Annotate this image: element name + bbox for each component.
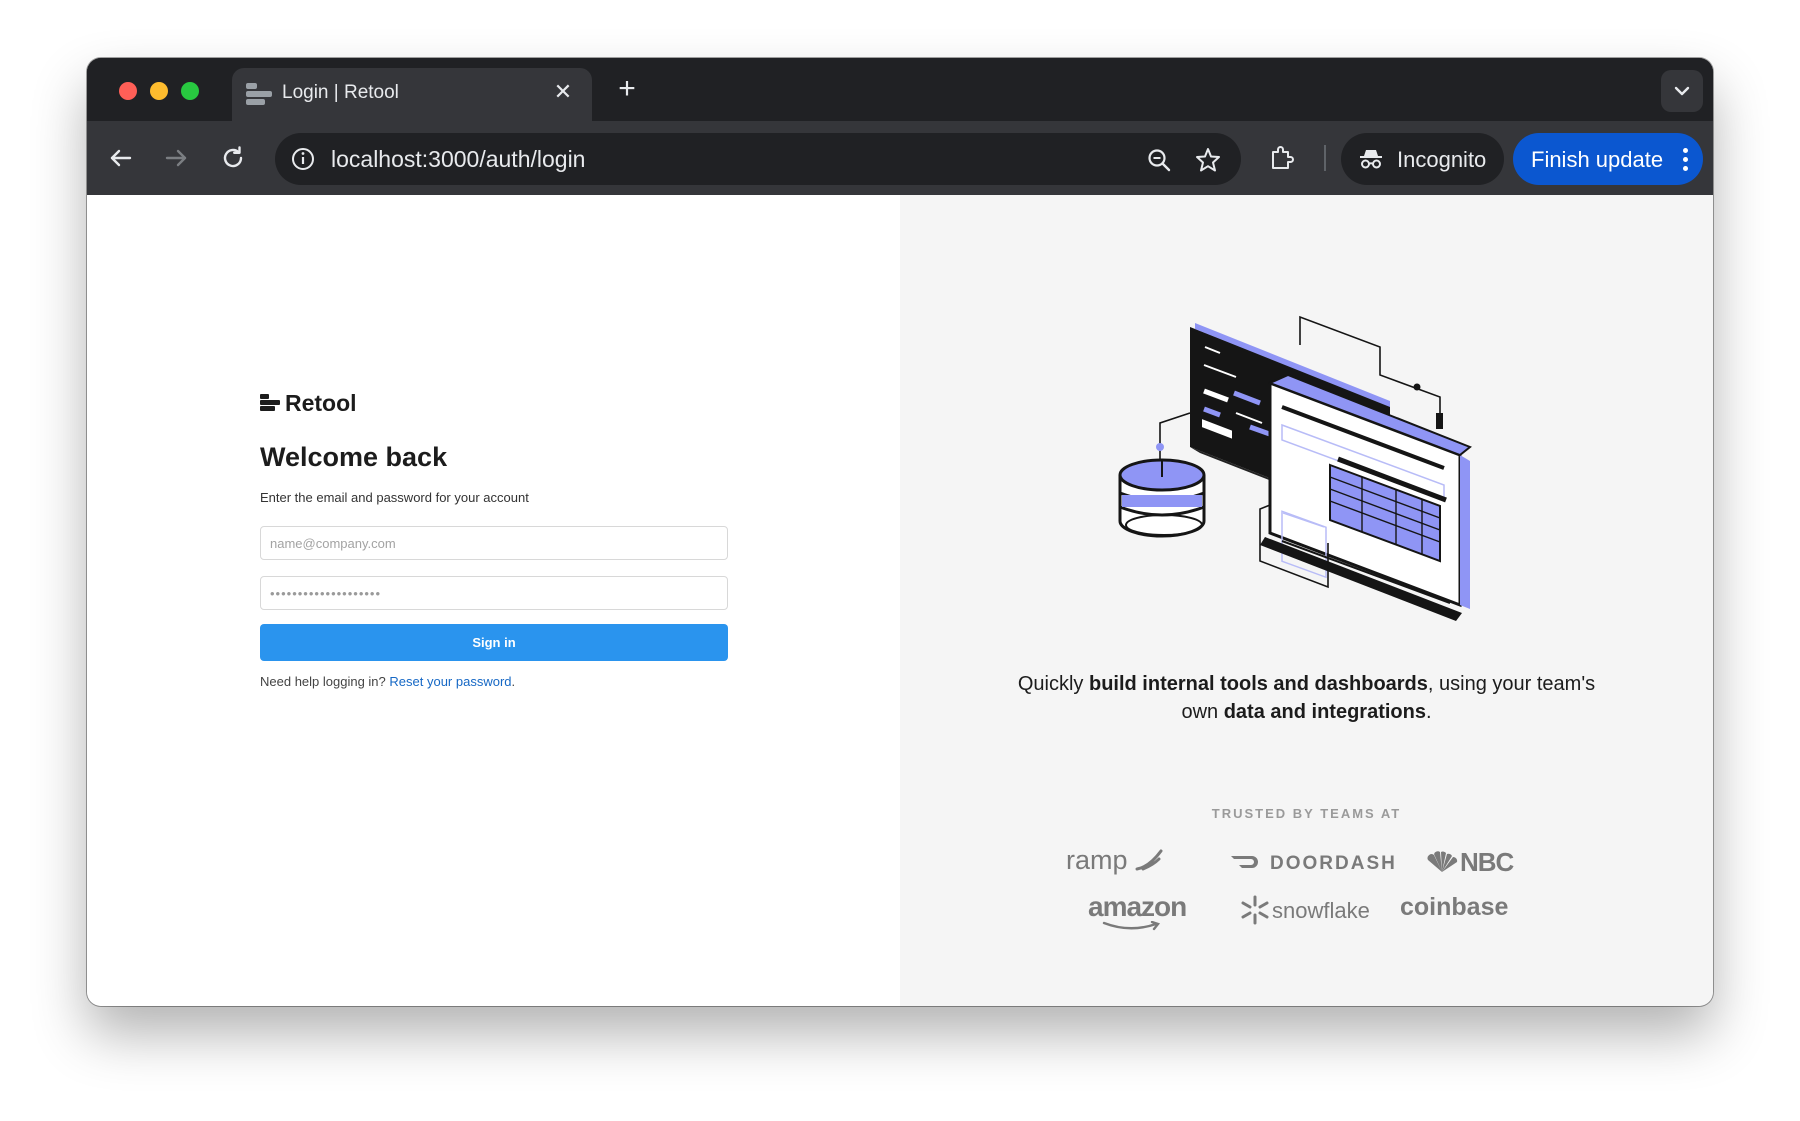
extensions-icon[interactable] (1267, 143, 1297, 173)
page-content: Retool Welcome back Enter the email and … (87, 195, 1713, 1006)
incognito-icon (1357, 145, 1385, 173)
tab-search-button[interactable] (1661, 70, 1703, 112)
tagline-part-2: build internal tools and dashboards (1088, 673, 1428, 695)
nbc-peacock-icon (1427, 851, 1458, 872)
tab-login[interactable]: Login | Retool ✕ (232, 68, 592, 121)
forward-button[interactable] (159, 141, 193, 175)
zoom-icon[interactable] (1145, 146, 1173, 174)
amazon-logo-text: amazon (1088, 891, 1187, 922)
amazon-logo: amazon (1088, 891, 1187, 931)
snowflake-logo-text: snowflake (1272, 898, 1370, 923)
ramp-logo-text: ramp (1066, 845, 1128, 875)
doordash-mark-icon (1231, 856, 1258, 868)
snowflake-icon (1241, 895, 1269, 925)
trusted-by-heading: TRUSTED BY TEAMS AT (1211, 806, 1402, 821)
page-title: Welcome back (260, 442, 448, 472)
product-illustration (1118, 315, 1472, 621)
amazon-smile-icon (1102, 921, 1161, 931)
help-prefix: Need help logging in? (260, 674, 390, 689)
site-info-icon[interactable] (289, 145, 317, 173)
nbc-logo: NBC (1424, 847, 1514, 878)
reset-password-link[interactable]: Reset your password (389, 674, 511, 689)
back-button[interactable] (104, 141, 138, 175)
finish-update-button[interactable]: Finish update (1513, 133, 1703, 185)
retool-favicon-icon (246, 83, 272, 105)
tab-title: Login | Retool (282, 82, 399, 103)
marketing-panel: Quickly build internal tools and dashboa… (900, 195, 1713, 1006)
help-suffix: . (511, 674, 516, 689)
login-subtitle: Enter the email and password for your ac… (260, 490, 529, 505)
arrow-left-icon (110, 149, 132, 167)
doordash-logo-text: DOORDASH (1270, 853, 1397, 874)
url-text: localhost:3000/auth/login (331, 146, 586, 172)
nbc-logo-text: NBC (1460, 847, 1514, 877)
maximize-window-button[interactable] (181, 82, 199, 100)
chevron-down-icon (1674, 86, 1690, 96)
login-panel: Retool Welcome back Enter the email and … (87, 195, 900, 1006)
email-input[interactable] (260, 526, 728, 560)
more-menu-icon (1681, 147, 1689, 173)
ramp-swoosh-icon (1135, 849, 1163, 871)
retool-logo-icon (260, 394, 280, 412)
minimize-window-button[interactable] (150, 82, 168, 100)
close-window-button[interactable] (119, 82, 137, 100)
coinbase-logo: coinbase (1400, 893, 1509, 921)
finish-update-label: Finish update (1531, 147, 1664, 172)
tab-close-icon[interactable]: ✕ (550, 79, 576, 105)
brand-name: Retool (285, 390, 357, 416)
tagline: Quickly build internal tools and dashboa… (1000, 670, 1613, 726)
arrow-right-icon (165, 149, 187, 167)
incognito-button[interactable]: Incognito (1341, 133, 1504, 185)
ramp-logo: ramp (1066, 845, 1163, 876)
bookmark-star-icon[interactable] (1194, 146, 1222, 174)
new-tab-button[interactable]: + (612, 74, 642, 105)
help-text: Need help logging in? Reset your passwor… (260, 674, 515, 689)
password-input[interactable] (260, 576, 728, 610)
tagline-part-4: data and integrations (1223, 701, 1426, 723)
toolbar: localhost:3000/auth/login Incognito Fini… (87, 121, 1713, 195)
reload-icon (223, 146, 243, 168)
toolbar-divider (1324, 145, 1326, 171)
incognito-label: Incognito (1397, 147, 1487, 172)
tagline-part-1: Quickly (1017, 673, 1089, 695)
reload-button[interactable] (216, 141, 250, 175)
tagline-part-5: . (1425, 701, 1432, 723)
doordash-logo: DOORDASH (1230, 853, 1397, 875)
snowflake-logo: snowflake (1240, 895, 1370, 925)
browser-window: Login | Retool ✕ + localhost:3000/auth/l… (87, 58, 1713, 1006)
tab-strip: Login | Retool ✕ + (87, 58, 1713, 121)
sign-in-button[interactable]: Sign in (260, 624, 728, 661)
address-bar[interactable]: localhost:3000/auth/login (275, 133, 1241, 185)
